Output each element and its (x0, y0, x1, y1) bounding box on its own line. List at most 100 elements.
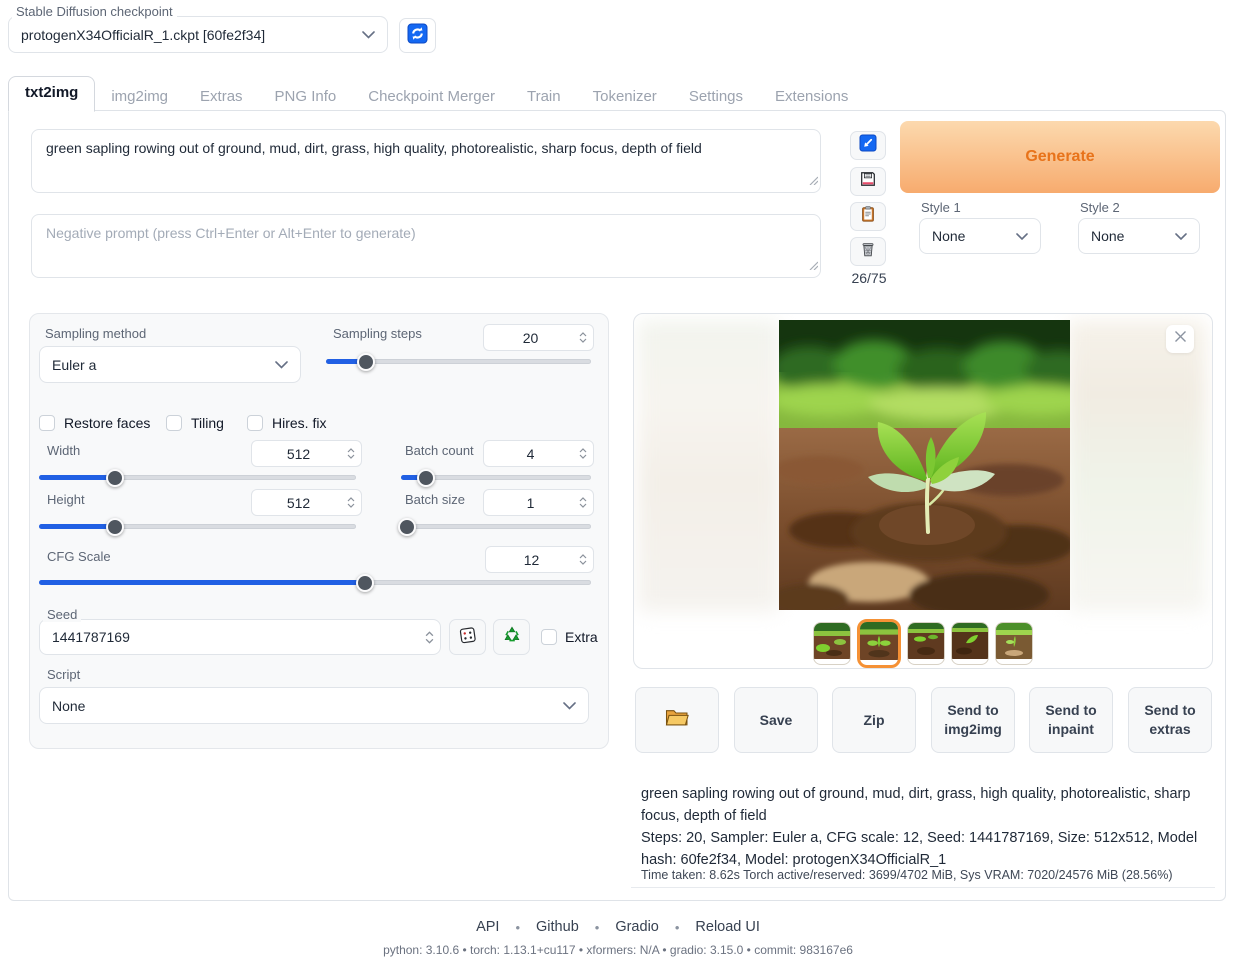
script-dropdown[interactable]: None (39, 687, 589, 724)
output-info-params: Steps: 20, Sampler: Euler a, CFG scale: … (641, 827, 1213, 872)
gallery-thumbnail-2-selected[interactable] (857, 619, 901, 668)
output-info-performance: Time taken: 8.62s Torch active/reserved:… (641, 868, 1213, 882)
sampling-method-dropdown[interactable]: Euler a (39, 346, 301, 383)
batch-size-field[interactable] (483, 489, 594, 516)
gallery-thumbnail-5[interactable] (995, 622, 1033, 665)
stepper-icons[interactable] (423, 631, 440, 644)
close-gallery-button[interactable] (1166, 325, 1194, 353)
paste-generation-params-button[interactable] (850, 131, 886, 160)
apply-style-button[interactable] (850, 202, 886, 231)
style1-label: Style 1 (921, 200, 961, 215)
send-to-extras-button[interactable]: Send to extras (1128, 687, 1212, 753)
send-to-img2img-button[interactable]: Send to img2img (931, 687, 1015, 753)
sampling-steps-field[interactable] (483, 324, 594, 351)
slider-thumb[interactable] (356, 574, 374, 592)
footer-link-github[interactable]: Github (536, 919, 579, 935)
floppy-disk-icon (859, 170, 877, 193)
seed-field[interactable] (39, 619, 441, 655)
style2-dropdown[interactable]: None (1078, 218, 1200, 254)
footer-link-api[interactable]: API (476, 919, 499, 935)
resize-handle-icon[interactable] (808, 172, 818, 190)
dice-icon (458, 625, 478, 650)
footer-link-gradio[interactable]: Gradio (615, 919, 659, 935)
prompt-field-wrap: green sapling rowing out of ground, mud,… (31, 129, 821, 193)
checkpoint-label: Stable Diffusion checkpoint (12, 4, 177, 19)
hires-fix-label: Hires. fix (272, 415, 326, 431)
slider-thumb[interactable] (417, 469, 435, 487)
zip-button[interactable]: Zip (832, 687, 916, 753)
height-input[interactable] (252, 495, 345, 511)
reuse-seed-button[interactable] (493, 619, 530, 655)
stepper-icons[interactable] (577, 332, 593, 343)
footer-link-reload-ui[interactable]: Reload UI (695, 919, 759, 935)
tiling-checkbox[interactable] (166, 415, 182, 431)
open-folder-button[interactable] (635, 687, 719, 753)
height-field[interactable] (251, 489, 362, 516)
checkpoint-dropdown[interactable]: protogenX34OfficialR_1.ckpt [60fe2f34] (8, 16, 388, 53)
sampling-steps-input[interactable] (484, 330, 577, 346)
generated-image[interactable] (779, 320, 1070, 610)
save-button[interactable]: Save (734, 687, 818, 753)
tab-png-info[interactable]: PNG Info (259, 81, 353, 112)
tab-settings[interactable]: Settings (673, 81, 759, 112)
batch-count-input[interactable] (484, 446, 577, 462)
chevron-down-icon (1175, 227, 1187, 245)
save-style-button[interactable] (850, 167, 886, 196)
width-input[interactable] (252, 446, 345, 462)
style1-dropdown[interactable]: None (919, 218, 1041, 254)
slider-thumb[interactable] (106, 469, 124, 487)
bullet-separator: • (675, 920, 680, 935)
tab-checkpoint-merger[interactable]: Checkpoint Merger (352, 81, 511, 112)
close-icon (1174, 330, 1187, 348)
sampling-steps-slider[interactable] (326, 359, 591, 364)
stepper-icons[interactable] (577, 554, 593, 565)
send-to-inpaint-label: Send to inpaint (1042, 701, 1100, 739)
slider-thumb[interactable] (106, 518, 124, 536)
width-slider[interactable] (39, 475, 356, 480)
extra-seed-checkbox[interactable] (541, 629, 557, 645)
chevron-down-icon (563, 697, 576, 715)
slider-thumb[interactable] (357, 353, 375, 371)
gallery-thumbnail-1[interactable] (813, 622, 851, 665)
tab-train[interactable]: Train (511, 81, 577, 112)
token-counter: 26/75 (843, 270, 895, 286)
batch-size-input[interactable] (484, 495, 577, 511)
stepper-icons[interactable] (345, 497, 361, 508)
gallery-thumbnail-4[interactable] (951, 622, 989, 665)
random-seed-button[interactable] (449, 619, 486, 655)
clear-prompt-button[interactable] (850, 237, 886, 266)
batch-count-field[interactable] (483, 440, 594, 467)
slider-thumb[interactable] (398, 518, 416, 536)
hires-fix-checkbox[interactable] (247, 415, 263, 431)
stepper-icons[interactable] (577, 497, 593, 508)
height-slider[interactable] (39, 524, 356, 529)
cfg-scale-input[interactable] (486, 552, 577, 568)
width-field[interactable] (251, 440, 362, 467)
tab-txt2img[interactable]: txt2img (8, 76, 95, 112)
cfg-scale-field[interactable] (485, 546, 594, 573)
footer-links: API • Github • Gradio • Reload UI (0, 919, 1236, 935)
restore-faces-checkbox[interactable] (39, 415, 55, 431)
bullet-separator: • (515, 920, 520, 935)
stepper-icons[interactable] (577, 448, 593, 459)
negative-prompt-input[interactable] (31, 214, 821, 278)
stepper-icons[interactable] (345, 448, 361, 459)
refresh-checkpoint-button[interactable] (399, 18, 436, 53)
sampling-method-label: Sampling method (45, 326, 146, 341)
send-to-inpaint-button[interactable]: Send to inpaint (1029, 687, 1113, 753)
batch-count-slider[interactable] (401, 475, 591, 480)
tab-extensions[interactable]: Extensions (759, 81, 864, 112)
batch-size-slider[interactable] (401, 524, 591, 529)
cfg-scale-slider[interactable] (39, 580, 591, 585)
gallery-thumbnail-3[interactable] (907, 622, 945, 665)
txt2img-panel: green sapling rowing out of ground, mud,… (8, 110, 1226, 901)
prompt-input[interactable]: green sapling rowing out of ground, mud,… (31, 129, 821, 193)
tab-tokenizer[interactable]: Tokenizer (577, 81, 673, 112)
resize-handle-icon[interactable] (808, 257, 818, 275)
seed-input[interactable] (40, 629, 423, 645)
tab-extras[interactable]: Extras (184, 81, 259, 112)
tab-img2img[interactable]: img2img (95, 81, 184, 112)
extra-seed-label: Extra (565, 629, 598, 645)
generate-button[interactable]: Generate (900, 121, 1220, 193)
script-value: None (52, 698, 85, 714)
